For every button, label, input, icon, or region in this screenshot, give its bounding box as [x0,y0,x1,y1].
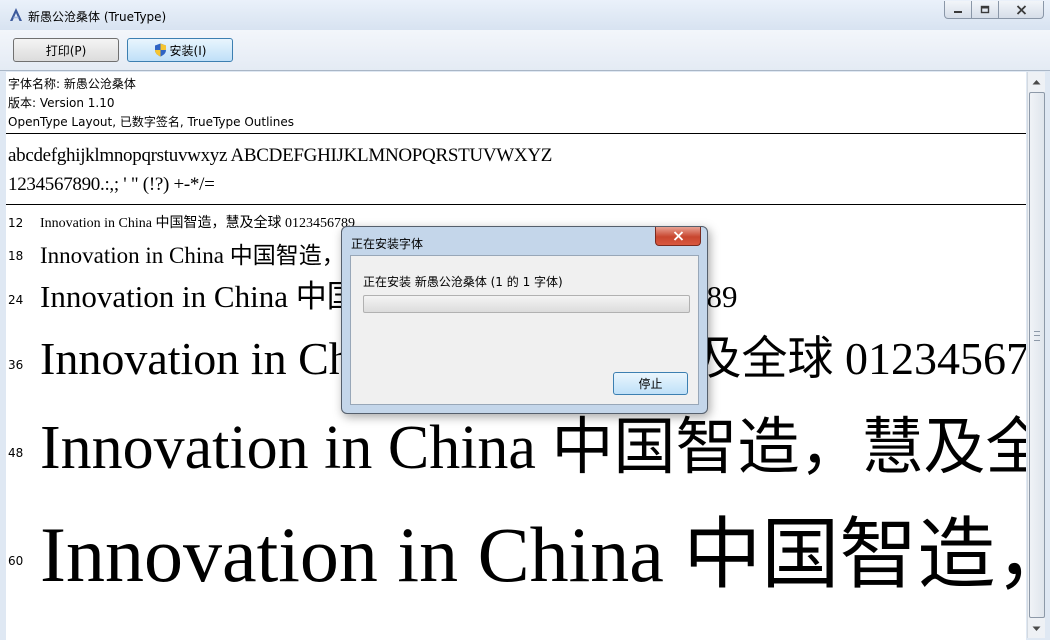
sample-size-label: 12 [8,216,24,230]
install-button[interactable]: 安装(I) [127,38,233,62]
charset-letters: abcdefghijklmnopqrstuvwxyz ABCDEFGHIJKLM… [8,145,553,166]
sample-text: Innovation in China 中国智造，慧及全球 0123456789 [40,216,355,231]
chevron-up-icon [1032,79,1041,84]
font-info: 字体名称: 新愚公沧桑体 版本: Version 1.10 OpenType L… [8,75,294,132]
install-button-label: 安装(I) [169,43,207,58]
close-icon [1016,4,1026,15]
stop-button[interactable]: 停止 [613,372,688,395]
sample-size-label: 60 [8,554,24,568]
toolbar: 打印(P) 安装(I) [0,30,1050,71]
print-button[interactable]: 打印(P) [13,38,119,62]
restore-icon [980,5,990,14]
dialog-title: 正在安装字体 [351,237,424,251]
sample-size-label: 24 [8,293,24,307]
charset-digits: 1234567890.:,; ' " (!?) +-*/= [8,174,215,195]
stop-button-label: 停止 [638,377,663,391]
restore-button[interactable] [972,1,999,19]
minimize-icon [954,10,962,13]
window-titlebar: 新愚公沧桑体 (TrueType) [0,0,1050,30]
close-button[interactable] [999,1,1044,19]
dialog-body: 正在安装 新愚公沧桑体 (1 的 1 字体) 停止 [350,255,699,405]
scroll-grip-icon [1034,331,1040,341]
install-status-message: 正在安装 新愚公沧桑体 (1 的 1 字体) [363,275,563,289]
dialog-close-button[interactable] [655,227,701,246]
chevron-down-icon [1032,626,1041,631]
uac-shield-icon [154,43,166,57]
minimize-button[interactable] [944,1,972,19]
window-title: 新愚公沧桑体 (TrueType) [28,10,167,24]
sample-size-label: 18 [8,249,24,263]
font-details: OpenType Layout, 已数字签名, TrueType Outline… [8,115,295,129]
scroll-down-button[interactable] [1028,620,1045,637]
separator-bottom [6,204,1026,205]
scroll-thumb[interactable] [1029,92,1045,618]
close-icon [673,231,683,241]
sample-size-label: 36 [8,358,24,372]
sample-text: Innovation in China 中国智造，慧及全球 0123456789 [40,511,1026,598]
font-viewer-app-icon [10,8,22,21]
font-name: 字体名称: 新愚公沧桑体 [8,77,136,91]
vertical-scrollbar[interactable] [1027,72,1045,638]
font-version: 版本: Version 1.10 [8,96,115,110]
scroll-up-button[interactable] [1028,73,1045,90]
sample-size-label: 48 [8,446,24,460]
window-caption-buttons [944,1,1044,20]
print-button-label: 打印(P) [45,43,87,58]
installing-font-dialog: 正在安装字体 正在安装 新愚公沧桑体 (1 的 1 字体) 停止 [341,226,708,414]
install-progress-bar [363,295,690,313]
separator-top [6,133,1026,134]
